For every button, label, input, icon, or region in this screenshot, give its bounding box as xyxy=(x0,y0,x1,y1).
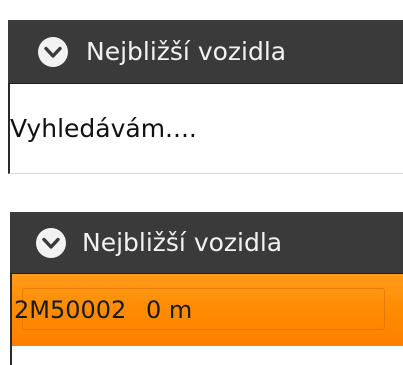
panel-header[interactable]: Nejbližší vozidla xyxy=(8,20,403,84)
panel-bottom-area xyxy=(10,346,403,365)
chevron-down-circle-icon[interactable] xyxy=(37,36,69,68)
vehicle-id: 2M50002 xyxy=(14,296,127,324)
vehicle-list-item[interactable]: 2M50002 0 m xyxy=(10,274,403,346)
nearest-vehicles-panel-results: Nejbližší vozidla 2M50002 0 m xyxy=(10,192,403,365)
panel-content: Vyhledávám.... xyxy=(8,84,403,174)
chevron-down-circle-icon[interactable] xyxy=(35,227,67,259)
status-text: Vyhledávám.... xyxy=(10,114,197,143)
panel-title: Nejbližší vozidla xyxy=(86,37,287,66)
vehicle-distance: 0 m xyxy=(146,296,193,324)
panel-title: Nejbližší vozidla xyxy=(82,228,283,257)
panel-header[interactable]: Nejbližší vozidla xyxy=(10,212,403,274)
nearest-vehicles-panel-searching: Nejbližší vozidla Vyhledávám.... xyxy=(0,0,403,176)
